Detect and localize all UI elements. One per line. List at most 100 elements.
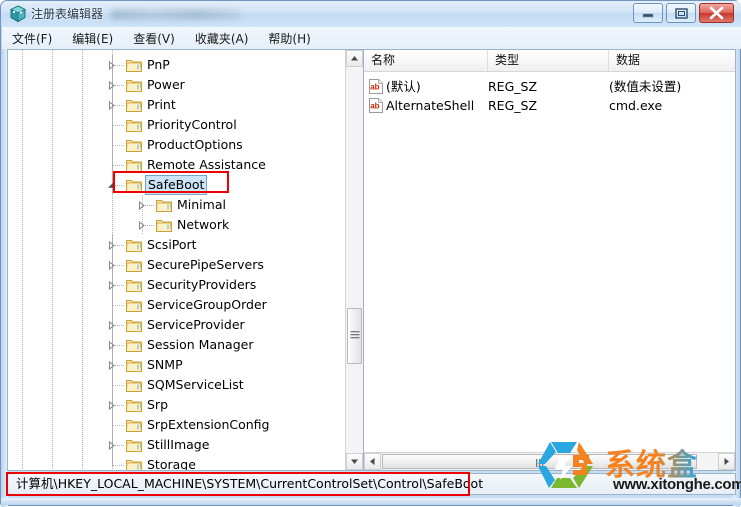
- column-header-name[interactable]: 名称: [364, 50, 488, 71]
- chevron-right-icon[interactable]: [106, 55, 117, 75]
- registry-editor-window: 注册表编辑器 文件(F) 编辑(E) 查看(V) 收藏夹(A) 帮助(H) Pn…: [0, 0, 741, 507]
- folder-icon: [126, 418, 142, 432]
- tree-connector-horizontal: [113, 425, 124, 426]
- registry-tree-pane[interactable]: PnP Power Print PriorityControl ProductOptio…: [8, 50, 364, 470]
- tree-item-label[interactable]: ServiceProvider: [145, 315, 247, 335]
- tree-item-label[interactable]: Print: [145, 95, 178, 115]
- maximize-icon: [675, 8, 688, 19]
- tree-item-label[interactable]: StillImage: [145, 435, 211, 455]
- folder-icon: [126, 398, 142, 412]
- chevron-right-icon[interactable]: [106, 335, 117, 355]
- folder-icon: [126, 338, 142, 352]
- close-button[interactable]: [699, 3, 734, 23]
- tree-item-label[interactable]: ScsiPort: [145, 235, 199, 255]
- tree-guide-line: [52, 50, 53, 470]
- tree-item-label[interactable]: ServiceGroupOrder: [145, 295, 269, 315]
- tree-item-label[interactable]: SrpExtensionConfig: [145, 415, 271, 435]
- folder-icon: [126, 318, 142, 332]
- tree-item-label[interactable]: Srp: [145, 395, 170, 415]
- string-value-icon: ab: [369, 79, 383, 94]
- tree-connector-horizontal: [113, 385, 124, 386]
- folder-icon: [126, 378, 142, 392]
- value-type-cell[interactable]: REG_SZ: [488, 77, 537, 96]
- chevron-right-icon[interactable]: [106, 75, 117, 95]
- folder-icon: [126, 358, 142, 372]
- minimize-button[interactable]: [633, 3, 663, 23]
- menu-item-edit[interactable]: 编辑(E): [62, 28, 123, 49]
- folder-icon: [156, 198, 172, 212]
- folder-icon: [126, 258, 142, 272]
- chevron-right-icon[interactable]: [106, 275, 117, 295]
- chevron-right-icon[interactable]: [106, 255, 117, 275]
- registry-editor-icon: [9, 5, 27, 23]
- menu-item-favorites[interactable]: 收藏夹(A): [185, 28, 259, 49]
- menu-bar: 文件(F) 编辑(E) 查看(V) 收藏夹(A) 帮助(H): [2, 27, 741, 49]
- window-title: 注册表编辑器: [31, 7, 104, 21]
- maximize-button[interactable]: [666, 3, 696, 23]
- tree-item-label[interactable]: ProductOptions: [145, 135, 245, 155]
- tree-vertical-scrollbar[interactable]: [345, 50, 363, 470]
- chevron-right-icon[interactable]: [106, 95, 117, 115]
- scroll-up-arrow[interactable]: [346, 50, 363, 67]
- folder-icon: [126, 118, 142, 132]
- tree-scrollbar-thumb[interactable]: [347, 308, 362, 364]
- folder-icon: [126, 238, 142, 252]
- value-type-cell[interactable]: REG_SZ: [488, 96, 537, 115]
- svg-text:ab: ab: [370, 102, 379, 111]
- tree-connector-horizontal: [113, 125, 124, 126]
- list-scrollbar-thumb[interactable]: [382, 454, 697, 469]
- tree-item-label[interactable]: Power: [145, 75, 187, 95]
- status-bar-path: 计算机\HKEY_LOCAL_MACHINE\SYSTEM\CurrentCon…: [7, 473, 736, 495]
- tree-item-label[interactable]: Session Manager: [145, 335, 255, 355]
- chevron-right-icon[interactable]: [106, 235, 117, 255]
- client-area: PnP Power Print PriorityControl ProductOptio…: [7, 49, 736, 471]
- column-header-type[interactable]: 类型: [488, 50, 609, 71]
- tree-connector-horizontal: [113, 465, 124, 466]
- menu-item-file[interactable]: 文件(F): [2, 28, 62, 49]
- tree-item-label[interactable]: SecurityProviders: [145, 275, 258, 295]
- folder-icon: [126, 278, 142, 292]
- chevron-right-icon[interactable]: [106, 435, 117, 455]
- chevron-right-icon[interactable]: [106, 315, 117, 335]
- menu-item-view[interactable]: 查看(V): [123, 28, 185, 49]
- tree-item-label[interactable]: Remote Assistance: [145, 155, 268, 175]
- list-horizontal-scrollbar[interactable]: [364, 452, 735, 470]
- svg-text:ab: ab: [370, 83, 379, 92]
- folder-icon: [126, 438, 142, 452]
- window-frame-bottom: [1, 498, 741, 505]
- tree-item-label[interactable]: SecurePipeServers: [145, 255, 266, 275]
- chevron-down-icon[interactable]: [106, 175, 117, 195]
- value-row[interactable]: ab (默认) REG_SZ (数值未设置): [364, 77, 735, 96]
- folder-icon: [126, 138, 142, 152]
- scroll-right-arrow[interactable]: [718, 453, 735, 470]
- tree-item-label[interactable]: PriorityControl: [145, 115, 239, 135]
- registry-tree[interactable]: PnP Power Print PriorityControl ProductOptio…: [8, 50, 345, 470]
- minimize-icon: [642, 13, 654, 18]
- chevron-right-icon[interactable]: [106, 395, 117, 415]
- column-header-data[interactable]: 数据: [609, 50, 735, 71]
- string-value-icon: ab: [369, 98, 383, 113]
- tree-item-label[interactable]: Network: [175, 215, 231, 235]
- tree-item-label[interactable]: SQMServiceList: [145, 375, 246, 395]
- tree-guide-line: [82, 50, 83, 470]
- value-data-cell[interactable]: (数值未设置): [609, 77, 681, 96]
- chevron-right-icon[interactable]: [136, 215, 147, 235]
- value-name-cell[interactable]: (默认): [386, 77, 421, 96]
- menu-item-help[interactable]: 帮助(H): [258, 28, 320, 49]
- folder-icon: [126, 98, 142, 112]
- tree-item-label[interactable]: SNMP: [145, 355, 185, 375]
- value-name-cell[interactable]: AlternateShell: [386, 96, 474, 115]
- tree-item-label[interactable]: Minimal: [175, 195, 228, 215]
- scroll-left-arrow[interactable]: [364, 453, 381, 470]
- chevron-right-icon[interactable]: [106, 355, 117, 375]
- chevron-right-icon[interactable]: [136, 195, 147, 215]
- tree-item-label[interactable]: Storage: [145, 455, 198, 470]
- folder-icon: [126, 58, 142, 72]
- scroll-down-arrow[interactable]: [346, 453, 363, 470]
- tree-item-label[interactable]: SafeBoot: [145, 175, 208, 195]
- list-column-header: 名称 类型 数据: [364, 50, 735, 72]
- value-data-cell[interactable]: cmd.exe: [609, 96, 662, 115]
- tree-item-label[interactable]: PnP: [145, 55, 172, 75]
- registry-values-pane[interactable]: 名称 类型 数据 ab (默认) REG_SZ (数值未设置) ab Alter…: [364, 50, 735, 470]
- value-row[interactable]: ab AlternateShell REG_SZ cmd.exe: [364, 96, 735, 115]
